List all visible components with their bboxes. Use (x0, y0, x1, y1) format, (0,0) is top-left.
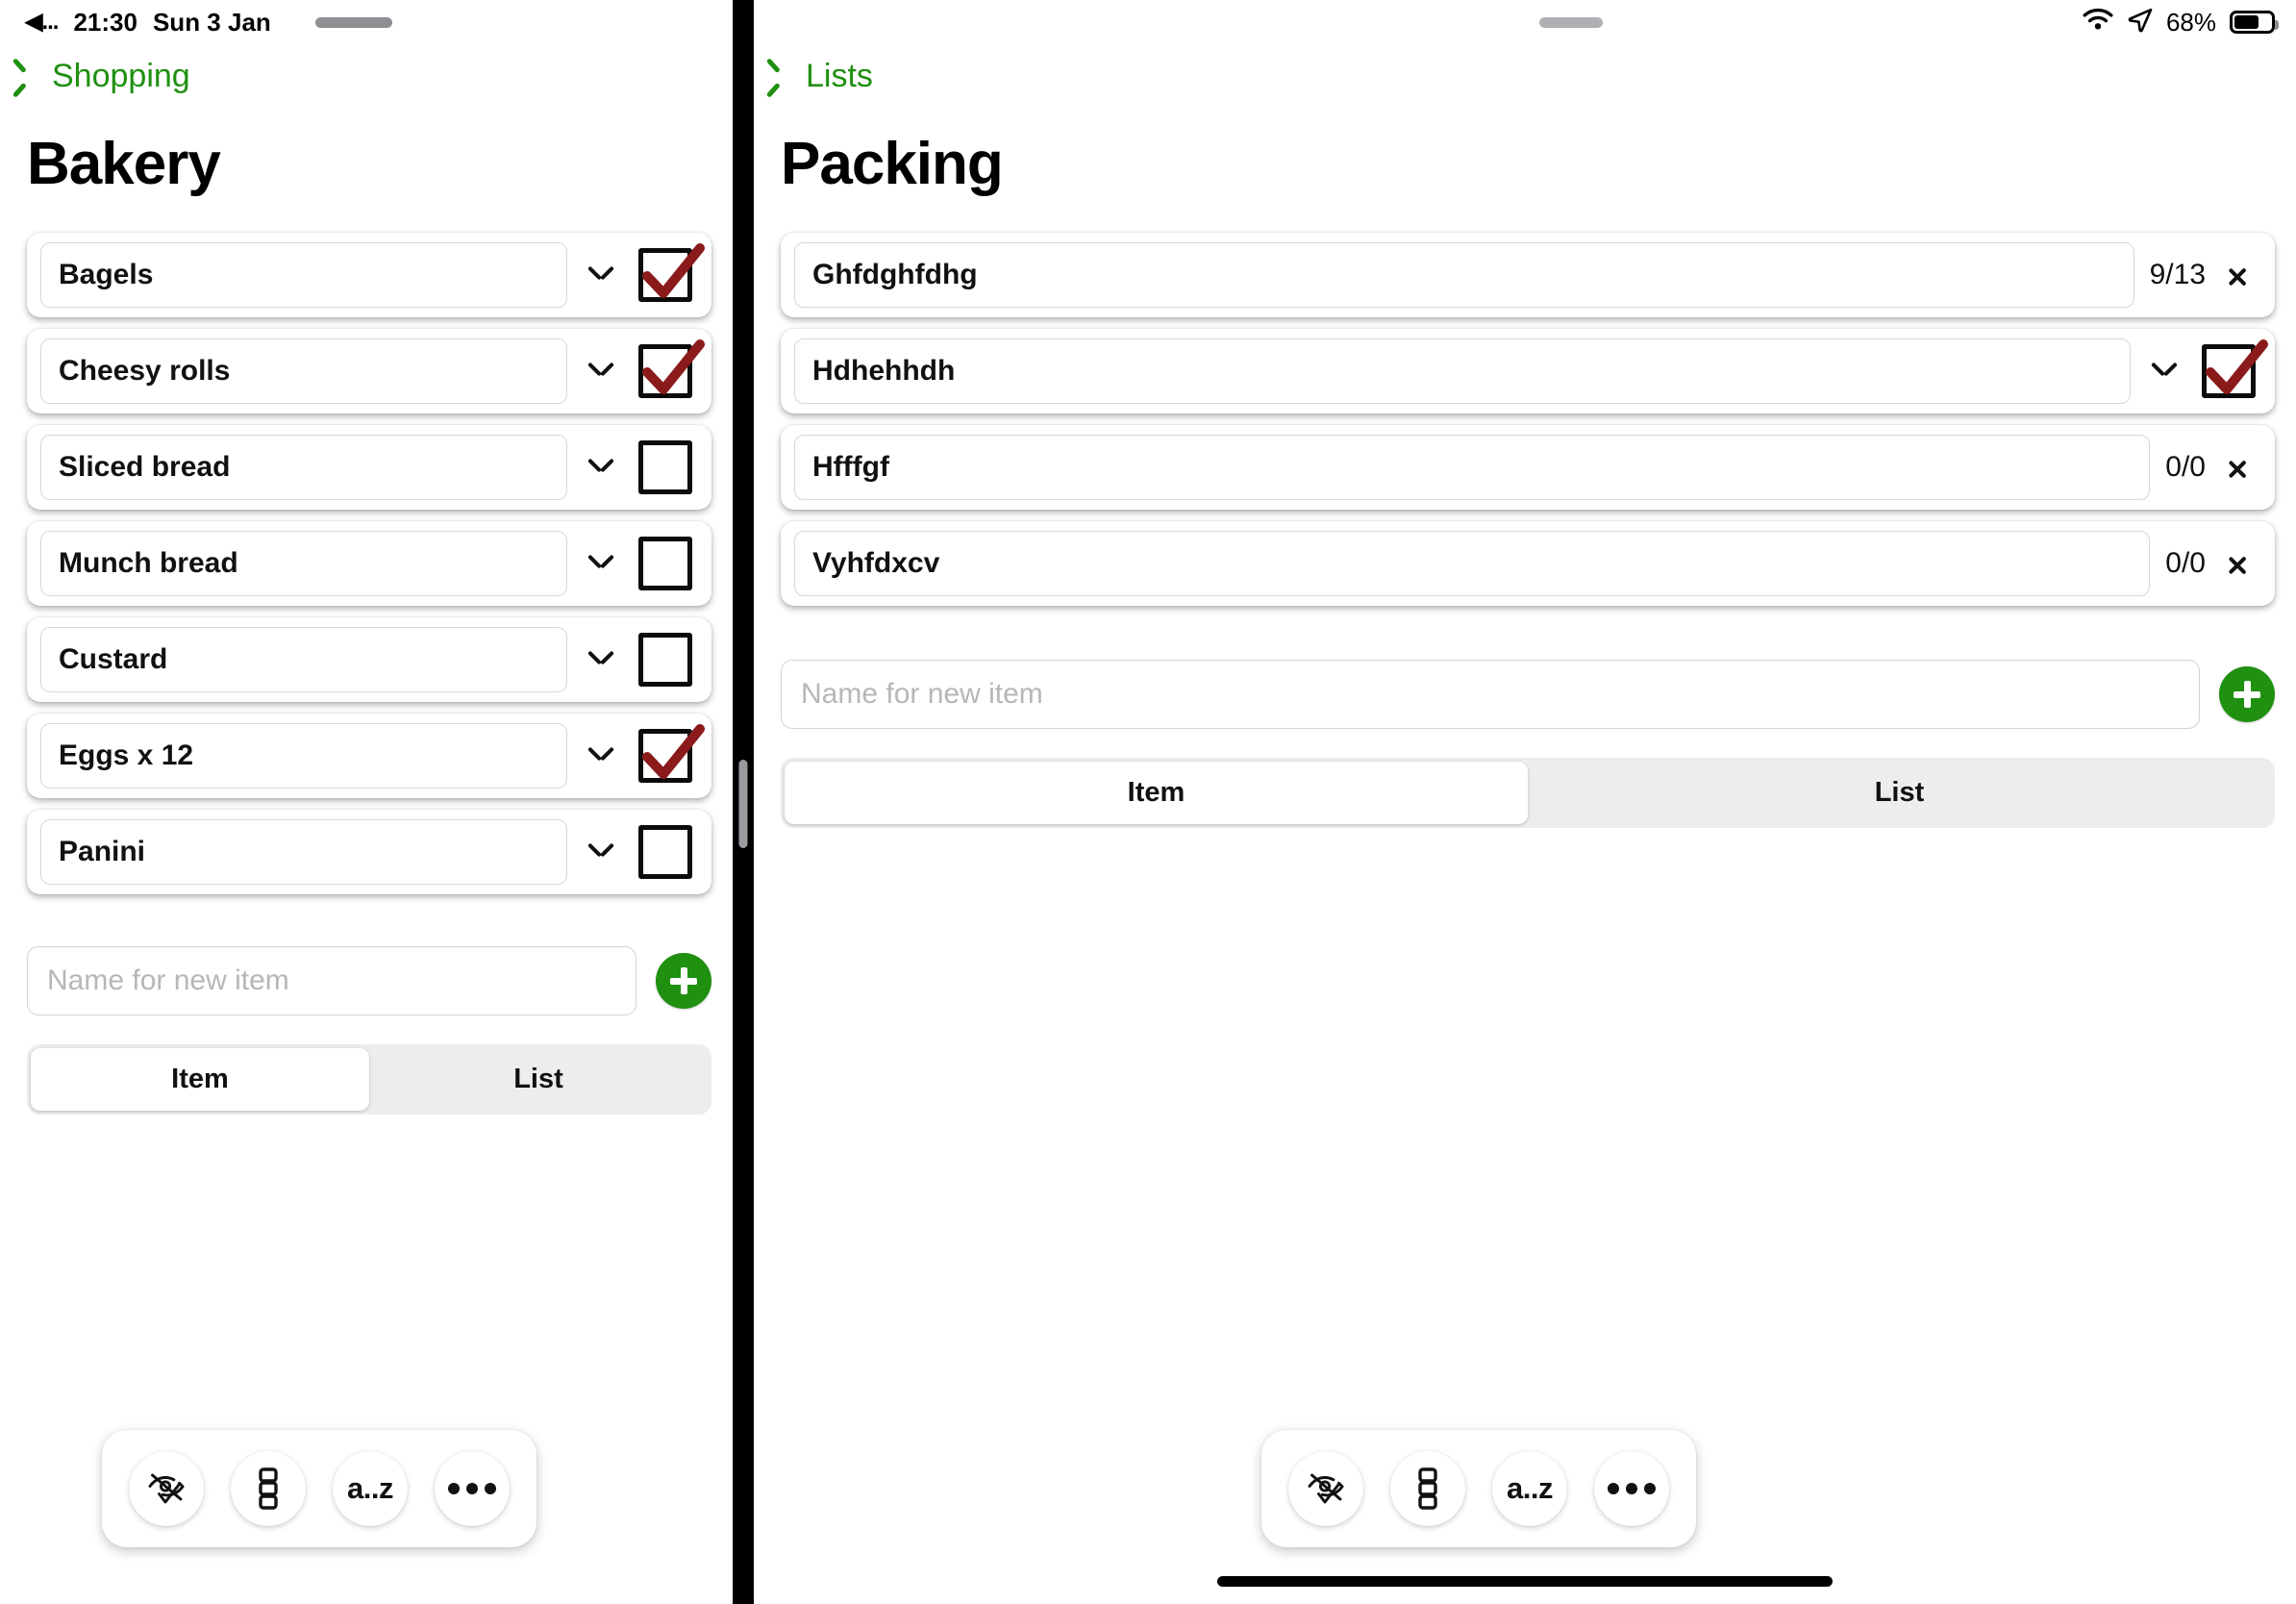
item-name-field[interactable]: Bagels (40, 242, 567, 308)
list-row[interactable]: Bagels (27, 233, 711, 317)
app-window: ◀... 21:30 Sun 3 Jan 68% Shopping Bakery… (0, 0, 2296, 1604)
item-name-field[interactable]: Custard (40, 627, 567, 692)
item-name-field[interactable]: Hfffgf (794, 435, 2151, 500)
sort-az-label: a..z (1507, 1471, 1553, 1505)
split-view-divider[interactable] (733, 0, 754, 1604)
more-ellipsis-icon[interactable] (435, 1451, 510, 1526)
list-row[interactable]: Ghfdghfdhg 9/13 (781, 233, 2275, 317)
chevron-right-icon[interactable] (2221, 445, 2254, 489)
segment-list[interactable]: List (1528, 762, 2271, 824)
item-name-field[interactable]: Hdhehhdh (794, 338, 2131, 404)
checkbox-checked[interactable] (638, 336, 705, 398)
checkbox-checked[interactable] (2202, 336, 2268, 398)
item-list: Bagels Cheesy rolls Sliced bread Munch brea… (0, 233, 733, 894)
item-list: Ghfdghfdhg 9/13 Hdhehhdh Hfffgf 0/0 Vyhfdxcv 0… (754, 233, 2296, 606)
item-name-field[interactable]: Sliced bread (40, 435, 567, 500)
chevron-left-icon (775, 61, 794, 93)
add-item-button[interactable] (656, 953, 711, 1009)
chevron-down-icon[interactable] (581, 349, 625, 393)
add-item-button[interactable] (2219, 666, 2275, 722)
left-panel: Shopping Bakery Bagels Cheesy rolls Sliced… (0, 0, 733, 1604)
split-view-drag-handle[interactable] (738, 760, 748, 848)
new-item-input[interactable] (781, 660, 2200, 729)
checkbox-checked[interactable] (638, 720, 705, 783)
left-panel-content: Shopping Bakery Bagels Cheesy rolls Sliced… (0, 0, 733, 1547)
item-name-field[interactable]: Vyhfdxcv (794, 531, 2151, 596)
checkmark-glyph (642, 724, 705, 779)
sort-az-icon[interactable]: a..z (333, 1451, 408, 1526)
item-name-field[interactable]: Panini (40, 819, 567, 885)
item-name-field[interactable]: Eggs x 12 (40, 723, 567, 789)
list-row[interactable]: Hfffgf 0/0 (781, 425, 2275, 510)
list-row[interactable]: Eggs x 12 (27, 714, 711, 798)
list-row[interactable]: Munch bread (27, 521, 711, 606)
segment-item[interactable]: Item (31, 1048, 369, 1111)
add-type-segmented-control: Item List (781, 758, 2275, 828)
checkbox-checked[interactable] (638, 239, 705, 302)
chevron-down-icon[interactable] (581, 445, 625, 489)
checkmark-glyph (642, 339, 705, 394)
chevron-down-icon[interactable] (581, 734, 625, 778)
list-row[interactable]: Panini (27, 810, 711, 894)
home-indicator (1217, 1576, 1833, 1587)
back-to-shopping-link[interactable]: Shopping (0, 58, 733, 95)
list-row[interactable]: Sliced bread (27, 425, 711, 510)
new-item-input[interactable] (27, 946, 636, 1015)
list-row[interactable]: Vyhfdxcv 0/0 (781, 521, 2275, 606)
chevron-right-icon[interactable] (2221, 541, 2254, 586)
chevron-down-icon[interactable] (2144, 349, 2188, 393)
chevron-down-icon[interactable] (581, 253, 625, 297)
add-type-segmented-control: Item List (27, 1044, 711, 1115)
chevron-down-icon[interactable] (581, 830, 625, 874)
item-name-field[interactable]: Cheesy rolls (40, 338, 567, 404)
more-ellipsis-icon[interactable] (1594, 1451, 1669, 1526)
add-item-row (754, 606, 2296, 729)
hide-checked-icon[interactable] (129, 1451, 204, 1526)
add-item-row (0, 894, 733, 1015)
bottom-toolbar: a..z (1261, 1430, 1696, 1547)
hide-checked-icon[interactable] (1288, 1451, 1363, 1526)
page-title: Packing (781, 131, 1004, 197)
item-name-field[interactable]: Ghfdghfdhg (794, 242, 2134, 308)
item-count-label: 0/0 (2165, 451, 2206, 483)
checkbox-unchecked[interactable] (638, 537, 692, 590)
back-link-label: Shopping (52, 58, 190, 94)
chevron-left-icon (21, 61, 40, 93)
checkbox-unchecked[interactable] (638, 633, 692, 687)
right-panel: Lists Packing Ghfdghfdhg 9/13 Hdhehhdh Hfff… (754, 0, 2296, 1604)
back-link-label: Lists (806, 58, 873, 94)
segment-list[interactable]: List (369, 1048, 708, 1111)
back-to-lists-link[interactable]: Lists (754, 58, 2296, 95)
list-row[interactable]: Hdhehhdh (781, 329, 2275, 414)
chevron-down-icon[interactable] (581, 541, 625, 586)
checkbox-unchecked[interactable] (638, 440, 692, 494)
item-count-label: 0/0 (2165, 547, 2206, 579)
list-row[interactable]: Cheesy rolls (27, 329, 711, 414)
list-row[interactable]: Custard (27, 617, 711, 702)
page-title: Bakery (27, 131, 221, 197)
chevron-down-icon[interactable] (581, 638, 625, 682)
sort-az-label: a..z (347, 1471, 393, 1505)
bottom-toolbar: a..z (102, 1430, 537, 1547)
stacked-squares-icon[interactable] (231, 1451, 306, 1526)
right-panel-content: Lists Packing Ghfdghfdhg 9/13 Hdhehhdh Hfff… (754, 0, 2296, 1587)
segment-item[interactable]: Item (785, 762, 1528, 824)
checkmark-glyph (2206, 339, 2268, 394)
item-count-label: 9/13 (2149, 259, 2206, 290)
chevron-right-icon[interactable] (2221, 253, 2254, 297)
stacked-squares-icon[interactable] (1390, 1451, 1465, 1526)
item-name-field[interactable]: Munch bread (40, 531, 567, 596)
checkbox-unchecked[interactable] (638, 825, 692, 879)
sort-az-icon[interactable]: a..z (1492, 1451, 1567, 1526)
checkmark-glyph (642, 243, 705, 298)
